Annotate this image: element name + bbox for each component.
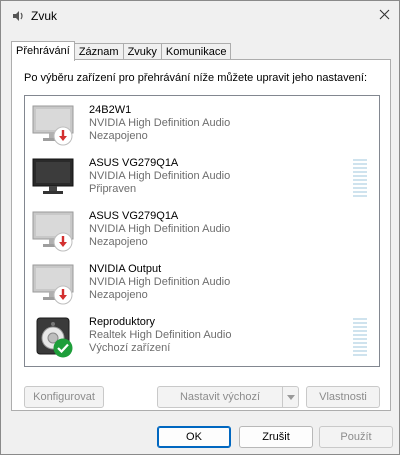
device-driver: Realtek High Definition Audio [89,329,232,341]
device-state: Výchozí zařízení [89,342,171,354]
cancel-button[interactable]: Zrušit [239,426,313,448]
list-item-device[interactable]: NVIDIA Output NVIDIA High Definition Aud… [25,259,379,311]
device-name: 24B2W1 [89,104,132,116]
device-state: Nezapojeno [89,236,148,248]
level-meter [353,318,367,358]
device-driver: NVIDIA High Definition Audio [89,223,231,235]
device-name: Reproduktory [89,316,156,328]
set-default-split-button[interactable]: Nastavit výchozí [157,386,299,408]
title-bar: Zvuk [1,1,399,31]
device-state: Nezapojeno [89,289,148,301]
instruction-text: Po výběru zařízení pro přehrávání níže m… [24,72,368,84]
list-item-device[interactable]: Reproduktory Realtek High Definition Aud… [25,312,379,364]
set-default-label: Nastavit výchozí [179,391,261,403]
unplugged-icon [53,232,73,252]
device-name: ASUS VG279Q1A [89,157,179,169]
properties-button[interactable]: Vlastnosti [306,386,380,408]
playback-panel: Po výběru zařízení pro přehrávání níže m… [11,59,391,411]
close-button[interactable] [371,3,397,29]
list-item-device[interactable]: 24B2W1 NVIDIA High Definition Audio Neza… [25,100,379,152]
speaker-icon [11,9,25,23]
window-title: Zvuk [31,9,58,23]
default-check-icon [53,338,73,358]
unplugged-icon [53,285,73,305]
device-state: Nezapojeno [89,130,148,142]
device-state: Připraven [89,183,137,195]
device-name: ASUS VG279Q1A [89,210,179,222]
list-item-device[interactable]: ASUS VG279Q1A NVIDIA High Definition Aud… [25,153,379,205]
monitor-icon [31,155,79,203]
chevron-down-icon[interactable] [282,387,298,407]
device-driver: NVIDIA High Definition Audio [89,170,231,182]
list-item-device[interactable]: ASUS VG279Q1A NVIDIA High Definition Aud… [25,206,379,258]
tab-strip: Přehrávání Záznam Zvuky Komunikace [11,41,232,61]
unplugged-icon [53,126,73,146]
sound-dialog: Zvuk Přehrávání Záznam Zvuky Komunikace … [0,0,400,455]
apply-button[interactable]: Použít [319,426,393,448]
close-icon [379,9,390,23]
configure-button[interactable]: Konfigurovat [24,386,104,408]
device-name: NVIDIA Output [89,263,162,275]
device-driver: NVIDIA High Definition Audio [89,276,231,288]
tab-playback[interactable]: Přehrávání [11,41,75,61]
level-meter [353,159,367,199]
device-driver: NVIDIA High Definition Audio [89,117,231,129]
device-list[interactable]: 24B2W1 NVIDIA High Definition Audio Neza… [24,95,380,367]
ok-button[interactable]: OK [157,426,231,448]
